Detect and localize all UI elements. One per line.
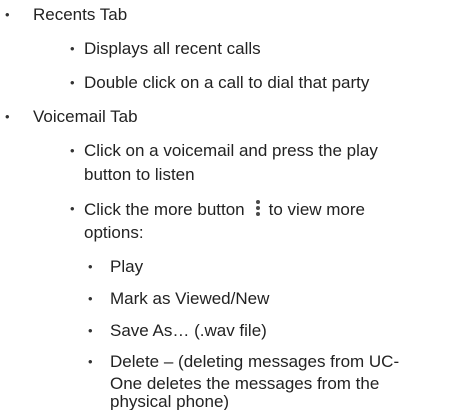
voicemail-item-text: button to listen — [84, 165, 195, 184]
option-text: Play — [110, 257, 144, 276]
vertical-ellipsis-icon — [251, 198, 267, 218]
bullet: • — [70, 41, 75, 56]
option-text: Save As… (.wav file) — [110, 321, 267, 340]
voicemail-tab-title: Voicemail Tab — [33, 107, 138, 126]
voicemail-item-text: Click the more button — [84, 200, 245, 219]
bullet: • — [70, 75, 75, 90]
voicemail-item-text: Click on a voicemail and press the play — [84, 141, 378, 160]
bullet: • — [5, 7, 10, 22]
bullet: • — [88, 354, 93, 369]
bullet: • — [88, 291, 93, 306]
voicemail-more-line: Click the more button to view more — [84, 198, 365, 221]
voicemail-item-text: options: — [84, 223, 144, 242]
bullet: • — [70, 201, 75, 216]
bullet: • — [70, 143, 75, 158]
option-text: Mark as Viewed/New — [110, 289, 270, 308]
voicemail-item-text: to view more — [268, 200, 366, 219]
recents-item-text: Double click on a call to dial that part… — [84, 73, 370, 92]
bullet: • — [88, 323, 93, 338]
bullet: • — [88, 259, 93, 274]
bullet: • — [5, 109, 10, 124]
recents-item-text: Displays all recent calls — [84, 39, 261, 58]
option-text: Delete – (deleting messages from UC- — [110, 352, 400, 371]
option-text: physical phone) — [110, 392, 230, 410]
recents-tab-title: Recents Tab — [33, 5, 128, 24]
